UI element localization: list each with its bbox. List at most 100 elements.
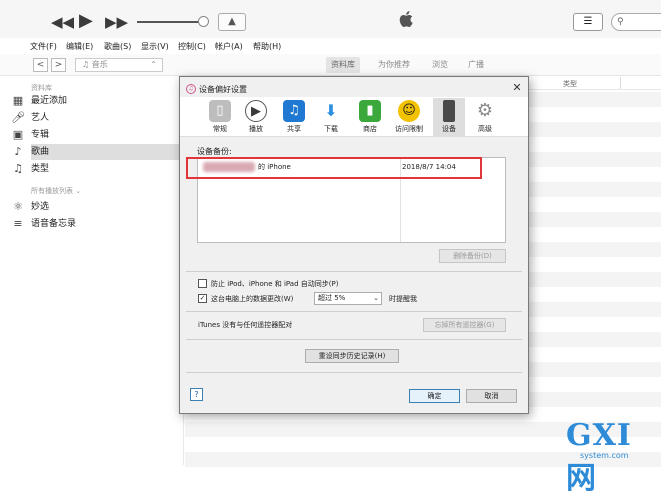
tab-downloads[interactable]: ⬇ 下载 xyxy=(315,98,347,136)
forget-remotes-button[interactable]: 忘掉所有遥控器(G) xyxy=(423,318,506,332)
toolbar-label: 设备 xyxy=(442,125,456,133)
sidebar-item-label: 专辑 xyxy=(31,130,50,140)
genre-icon: ♫ xyxy=(13,162,23,175)
tab-for-you[interactable]: 为你推荐 xyxy=(373,57,415,73)
restrictions-icon: ☺ xyxy=(398,100,420,122)
menu-file[interactable]: 文件(F) xyxy=(30,41,57,52)
itunes-icon: ♫ xyxy=(186,84,196,94)
volume-slider-track[interactable] xyxy=(137,21,203,23)
menu-help[interactable]: 帮助(H) xyxy=(253,41,281,52)
warn-data-change-checkbox[interactable]: ✓ xyxy=(198,294,207,303)
toolbar-label: 下载 xyxy=(324,125,338,133)
sharing-icon: ♫ xyxy=(283,100,305,122)
sidebar-item-label: 语音备忘录 xyxy=(31,219,77,229)
toolbar-label: 访问限制 xyxy=(395,125,423,133)
apple-logo xyxy=(399,11,413,27)
back-button[interactable]: < xyxy=(33,58,48,72)
tab-restrictions[interactable]: ☺ 访问限制 xyxy=(393,98,425,136)
sidebar-item-genres[interactable]: ♫ 类型 xyxy=(13,161,184,177)
delete-backup-button[interactable]: 删除备份(D) xyxy=(439,249,506,263)
annotation-highlight-box xyxy=(186,157,482,179)
genius-icon: ⚛ xyxy=(13,200,23,213)
warn-threshold-select[interactable]: 超过 5% ⌄ xyxy=(314,292,382,305)
tab-devices[interactable]: 设备 xyxy=(433,98,465,136)
column-header-genre[interactable]: 类型 xyxy=(563,79,577,89)
download-icon: ⬇ xyxy=(320,100,342,122)
search-icon[interactable]: ⚲ xyxy=(611,13,661,31)
sidebar-item-artists[interactable]: 🎤︎ 艺人 xyxy=(11,110,184,126)
ok-button[interactable]: 确定 xyxy=(409,389,460,403)
tab-sharing[interactable]: ♫ 共享 xyxy=(278,98,310,136)
sidebar-item-label: 类型 xyxy=(31,164,50,174)
sidebar-item-voice-memos[interactable]: ≡ 语音备忘录 xyxy=(13,216,184,232)
menu-bar xyxy=(0,38,661,54)
tab-radio[interactable]: 广播 xyxy=(463,57,489,73)
sidebar-item-label: 歌曲 xyxy=(31,147,50,157)
tab-advanced[interactable]: ⚙ 高级 xyxy=(469,98,501,136)
device-phone-icon xyxy=(443,100,455,122)
help-button[interactable]: ? xyxy=(190,388,203,401)
device-backups-label: 设备备份: xyxy=(197,147,232,156)
player-bar xyxy=(0,0,661,38)
library-section-header: 资料库 xyxy=(31,84,52,92)
dialog-title: 设备偏好设置 xyxy=(199,85,247,94)
general-switch-icon: ▯ xyxy=(209,100,231,122)
microphone-icon: 🎤︎ xyxy=(11,111,25,124)
menu-edit[interactable]: 编辑(E) xyxy=(66,41,93,52)
warn-data-change-label: 这台电脑上的数据更改(W) xyxy=(211,295,294,303)
store-bag-icon: ▮ xyxy=(359,100,381,122)
music-note-icon: ♪ xyxy=(14,145,22,158)
toolbar-label: 常规 xyxy=(213,125,227,133)
toolbar-label: 播放 xyxy=(249,125,263,133)
tab-browse[interactable]: 浏览 xyxy=(427,57,453,73)
calendar-grid-icon: ▦ xyxy=(12,94,24,107)
fast-forward-icon[interactable]: ▶▶ xyxy=(105,15,128,30)
menu-account[interactable]: 帐户(A) xyxy=(215,41,243,52)
tab-store[interactable]: ▮ 商店 xyxy=(354,98,386,136)
toolbar-label: 高级 xyxy=(478,125,492,133)
remotes-status-text: iTunes 没有与任何遥控器配对 xyxy=(198,321,293,329)
toolbar-label: 商店 xyxy=(363,125,377,133)
menu-song[interactable]: 歌曲(S) xyxy=(104,41,131,52)
cancel-button[interactable]: 取消 xyxy=(466,389,517,403)
sidebar-item-label: 妙选 xyxy=(31,202,50,212)
album-icon: ▣ xyxy=(12,128,24,141)
toolbar-label: 共享 xyxy=(287,125,301,133)
tab-library[interactable]: 资料库 xyxy=(326,57,360,73)
tab-general[interactable]: ▯ 常规 xyxy=(204,98,236,136)
advanced-gear-icon: ⚙ xyxy=(474,100,496,122)
sidebar-item-albums[interactable]: ▣ 专辑 xyxy=(13,127,184,143)
warn-threshold-value: 超过 5% xyxy=(318,294,346,302)
column-divider xyxy=(620,77,621,89)
play-circle-icon: ▶ xyxy=(245,100,267,122)
playlists-section-header[interactable]: 所有播放列表 ⌄ xyxy=(31,186,81,196)
divider xyxy=(186,271,522,272)
divider xyxy=(186,372,522,373)
sidebar-item-label: 最近添加 xyxy=(31,96,68,106)
media-kind-select[interactable]: ♫ 音乐 ⌃ xyxy=(75,58,163,72)
warn-suffix-label: 时提醒我 xyxy=(389,295,417,303)
playlist-icon: ≡ xyxy=(13,217,23,230)
sidebar-item-label: 艺人 xyxy=(31,113,50,123)
media-kind-label: ♫ 音乐 xyxy=(82,60,108,69)
menu-controls[interactable]: 控制(C) xyxy=(178,41,206,52)
rewind-icon[interactable]: ◀◀ xyxy=(51,15,74,30)
volume-slider-knob[interactable] xyxy=(198,16,209,27)
menu-view[interactable]: 显示(V) xyxy=(141,41,169,52)
prevent-sync-label: 防止 iPod、iPhone 和 iPad 自动同步(P) xyxy=(211,280,339,288)
forward-button[interactable]: > xyxy=(51,58,66,72)
sidebar-item-recently-added[interactable]: ▦ 最近添加 xyxy=(13,93,184,109)
chevron-down-icon: ⌄ xyxy=(373,294,379,302)
sidebar-item-songs[interactable]: ♪ 歌曲 xyxy=(14,144,184,160)
chevron-updown-icon: ⌃ xyxy=(150,60,157,69)
divider xyxy=(186,339,522,340)
divider xyxy=(186,311,522,312)
tab-playback[interactable]: ▶ 播放 xyxy=(240,98,272,136)
prevent-sync-checkbox[interactable] xyxy=(198,279,207,288)
list-view-icon[interactable]: ☰ xyxy=(573,13,603,31)
play-icon[interactable]: ▶ xyxy=(79,12,93,30)
airplay-icon[interactable]: ▲ xyxy=(218,13,246,31)
close-icon[interactable]: ✕ xyxy=(510,81,524,95)
reset-sync-history-button[interactable]: 重设同步历史记录(H) xyxy=(305,349,399,363)
sidebar-item-genius[interactable]: ⚛ 妙选 xyxy=(13,199,184,215)
